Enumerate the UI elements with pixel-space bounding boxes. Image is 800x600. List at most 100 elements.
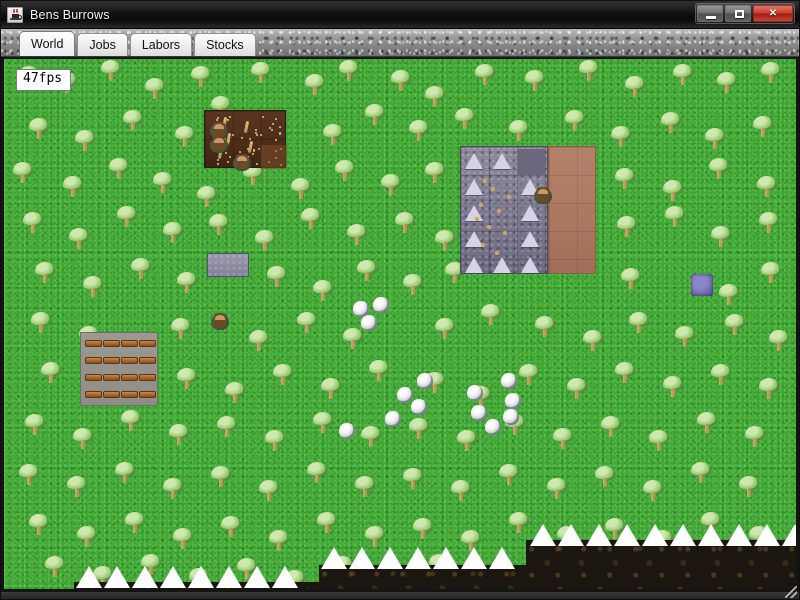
tree-sprite	[716, 72, 738, 94]
mountain-marker	[272, 566, 298, 588]
tree-sprite	[674, 326, 696, 348]
tree-sprite	[508, 120, 530, 142]
tree-sprite	[76, 526, 98, 548]
tree-sprite	[122, 110, 144, 132]
log-item	[85, 374, 102, 381]
tree-sprite	[354, 476, 376, 498]
tab-bar: World Jobs Labors Stocks	[1, 29, 799, 57]
tab-jobs[interactable]: Jobs	[77, 33, 127, 56]
mountain-marker	[160, 566, 186, 588]
tree-sprite	[760, 62, 782, 84]
tree-sprite	[170, 318, 192, 340]
cave-bottom-ledge	[74, 582, 324, 592]
tree-sprite	[364, 104, 386, 126]
ore-speck	[256, 163, 258, 165]
stone-quarry-zone	[460, 146, 548, 274]
tree-sprite	[306, 462, 328, 484]
quarry-dug-tile	[517, 149, 545, 175]
mountain-marker	[405, 547, 431, 569]
tree-sprite	[62, 176, 84, 198]
tree-sprite	[264, 430, 286, 452]
dwarf-field-walker[interactable]	[209, 311, 231, 331]
resize-grip[interactable]	[785, 586, 797, 598]
boulder-sprite	[410, 398, 428, 416]
ore-speck	[253, 150, 255, 152]
stone-resource-marker	[521, 231, 539, 247]
tree-sprite	[334, 160, 356, 182]
tree-sprite	[434, 318, 456, 340]
application-window: Bens Burrows ✕ World Jobs Labors Stocks	[0, 0, 800, 600]
tree-sprite	[254, 230, 276, 252]
tree-sprite	[534, 316, 556, 338]
mine-excavated-patch	[261, 145, 287, 169]
mountain-marker	[782, 524, 799, 546]
tree-sprite	[412, 518, 434, 540]
tree-sprite	[208, 214, 230, 236]
tree-sprite	[648, 430, 670, 452]
tree-sprite	[614, 362, 636, 384]
tree-sprite	[600, 416, 622, 438]
tree-sprite	[338, 60, 360, 82]
tree-sprite	[304, 74, 326, 96]
minimize-button[interactable]	[697, 5, 723, 22]
world-map-viewport[interactable]: 47fps	[1, 57, 799, 592]
tree-sprite	[24, 414, 46, 436]
mountain-marker	[530, 524, 556, 546]
tree-sprite	[40, 362, 62, 384]
mountain-marker	[433, 547, 459, 569]
tab-world[interactable]: World	[19, 31, 75, 56]
tab-stocks[interactable]: Stocks	[194, 33, 256, 56]
tree-sprite	[628, 312, 650, 334]
window-controls: ✕	[695, 3, 795, 24]
tree-sprite	[22, 212, 44, 234]
tree-sprite	[402, 468, 424, 490]
dwarf-miner-3[interactable]	[231, 152, 253, 172]
tree-sprite	[296, 312, 318, 334]
ore-speck	[217, 163, 219, 165]
mountain-marker	[321, 547, 347, 569]
log-stockpile-zone	[80, 332, 158, 406]
tree-sprite	[174, 126, 196, 148]
tree-sprite	[144, 78, 166, 100]
tree-sprite	[624, 76, 646, 98]
tree-sprite	[610, 126, 632, 148]
minimize-icon	[706, 16, 716, 19]
tree-sprite	[100, 60, 122, 82]
dwarf-miner-2[interactable]	[208, 134, 230, 154]
close-button[interactable]: ✕	[753, 5, 793, 22]
tree-sprite	[268, 530, 290, 552]
tree-sprite	[44, 556, 66, 578]
tree-sprite	[364, 526, 386, 548]
tree-sprite	[708, 158, 730, 180]
tree-sprite	[454, 108, 476, 130]
mountain-marker	[558, 524, 584, 546]
tree-sprite	[346, 224, 368, 246]
tree-sprite	[394, 212, 416, 234]
boulder-sprite	[500, 372, 518, 390]
ore-speck	[232, 134, 234, 136]
tree-sprite	[172, 528, 194, 550]
tree-sprite	[162, 478, 184, 500]
tree-sprite	[424, 162, 446, 184]
dwarf-quarry-worker[interactable]	[532, 185, 554, 205]
stone-resource-marker	[521, 257, 539, 273]
tree-sprite	[424, 86, 446, 108]
tree-sprite	[744, 426, 766, 448]
tree-sprite	[474, 64, 496, 86]
tree-sprite	[356, 260, 378, 282]
tree-sprite	[704, 128, 726, 150]
tree-sprite	[564, 110, 586, 132]
tab-stocks-label: Stocks	[206, 38, 244, 52]
ore-fleck	[483, 179, 487, 183]
window-title: Bens Burrows	[30, 8, 110, 22]
tree-sprite	[524, 70, 546, 92]
tree-sprite	[108, 158, 130, 180]
maximize-button[interactable]	[725, 5, 751, 22]
stone-resource-marker	[465, 179, 483, 195]
tab-labors[interactable]: Labors	[130, 33, 192, 56]
tree-sprite	[124, 512, 146, 534]
ore-fleck	[475, 217, 479, 221]
tree-sprite	[190, 66, 212, 88]
tree-sprite	[408, 120, 430, 142]
tree-sprite	[18, 464, 40, 486]
